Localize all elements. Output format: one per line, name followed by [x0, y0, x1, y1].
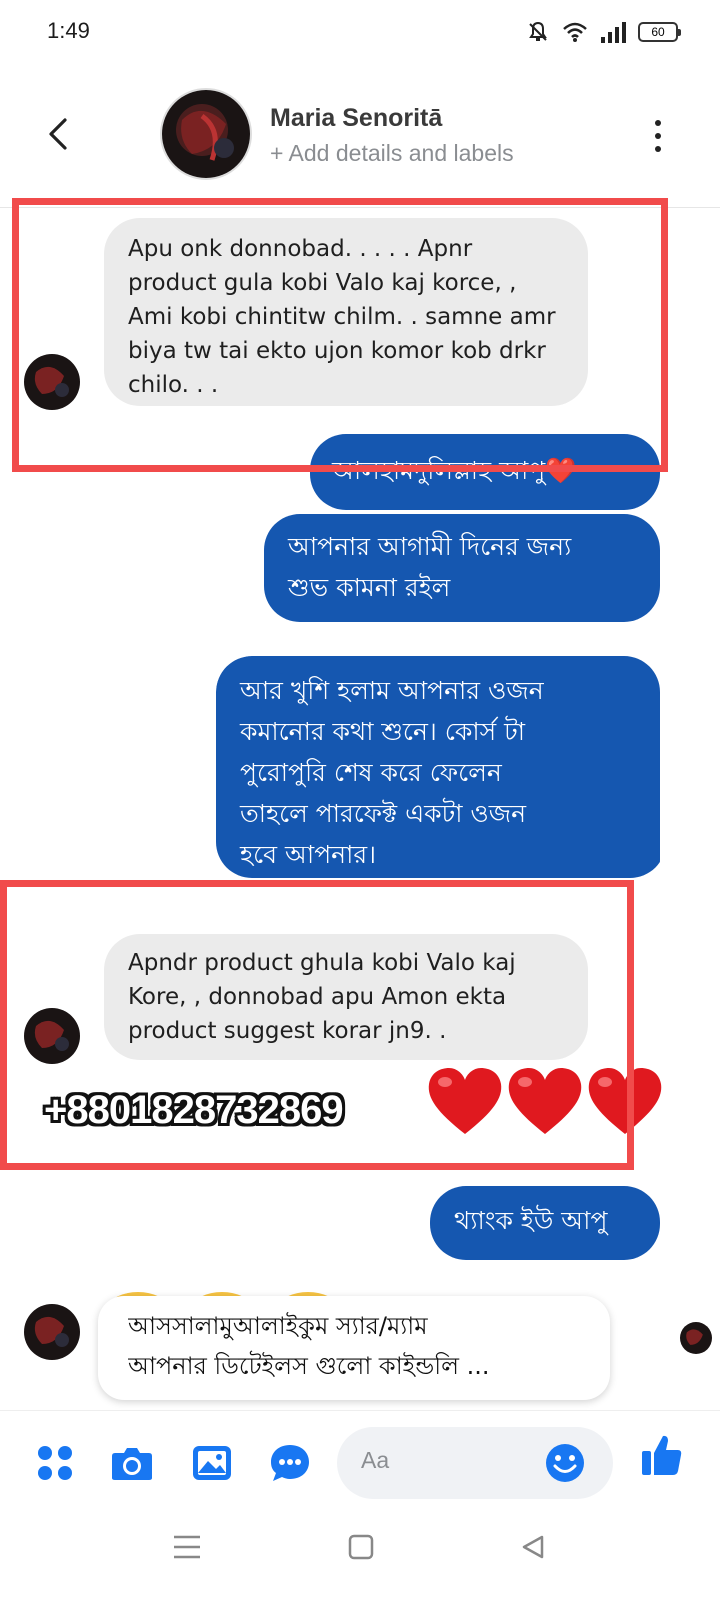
status-bar: 1:49 60: [0, 0, 720, 64]
gallery-button[interactable]: [190, 1441, 234, 1485]
sender-avatar[interactable]: [24, 1304, 80, 1360]
message-line: আর খুশি হলাম আপনার ওজন: [240, 676, 544, 705]
thumbs-up-icon: [642, 1435, 682, 1475]
message-line: শুভ কামনা রইল: [288, 573, 451, 602]
apps-grid-icon: [38, 1446, 72, 1480]
signal-icon: [601, 22, 626, 43]
more-vertical-icon: [655, 120, 661, 126]
status-icons: 60: [526, 20, 681, 44]
message-line: পুরোপুরি শেষ করে ফেলেন: [240, 758, 502, 787]
home-nav-icon[interactable]: [348, 1534, 374, 1560]
more-options-button[interactable]: [648, 116, 668, 156]
emoji-icon: [546, 1444, 584, 1482]
back-nav-icon[interactable]: [520, 1534, 546, 1560]
emoji-button[interactable]: [543, 1441, 587, 1485]
menu-nav-icon[interactable]: [172, 1534, 202, 1560]
mute-icon: [529, 21, 547, 41]
message-line: হবে আপনার।: [240, 840, 377, 869]
outgoing-message[interactable]: থ্যাংক ইউ আপু: [430, 1186, 660, 1260]
suggested-reply-line: আসসালামুআলাইকুম স্যার/ম্যাম: [128, 1312, 428, 1340]
highlight-box: [0, 880, 634, 1170]
message-line: তাহলে পারফেক্ট একটা ওজন: [240, 799, 527, 828]
camera-button[interactable]: [110, 1441, 154, 1485]
back-button[interactable]: [40, 114, 76, 154]
battery-icon: 60: [638, 22, 681, 42]
wifi-icon: [563, 22, 587, 42]
chat-bubble-icon: [271, 1445, 309, 1481]
message-line: থ্যাংক ইউ আপু: [454, 1206, 608, 1235]
message-input[interactable]: Aa: [337, 1427, 613, 1499]
seen-avatar: [680, 1322, 712, 1354]
message-input-placeholder: Aa: [361, 1447, 390, 1473]
gallery-icon: [193, 1446, 231, 1480]
composer-bar: Aa: [0, 1410, 720, 1510]
apps-button[interactable]: [33, 1441, 77, 1485]
highlight-box: [12, 198, 668, 472]
message-line: কমানোর কথা শুনে। কোর্স টা: [240, 717, 526, 746]
message-line: আপনার আগামী দিনের জন্য: [288, 532, 572, 561]
outgoing-message[interactable]: আর খুশি হলাম আপনার ওজন কমানোর কথা শুনে। …: [216, 656, 660, 878]
contact-avatar[interactable]: [160, 88, 252, 180]
system-nav-bar: [0, 1510, 720, 1600]
suggested-reply[interactable]: আসসালামুআলাইকুম স্যার/ম্যাম আপনার ডিটেইল…: [98, 1296, 610, 1400]
back-arrow-icon: [49, 118, 67, 150]
add-details-link[interactable]: + Add details and labels: [270, 140, 514, 167]
outgoing-message-clip: আর খুশি হলাম আপনার ওজন কমানোর কথা শুনে। …: [216, 656, 666, 878]
suggested-reply-line: আপনার ডিটেইলস গুলো কাইন্ডলি ...: [128, 1352, 490, 1380]
contact-name[interactable]: Maria Senoritā: [270, 104, 442, 133]
chat-header: Maria Senoritā + Add details and labels: [0, 64, 720, 208]
camera-icon: [112, 1448, 152, 1480]
chat-button[interactable]: [268, 1441, 312, 1485]
outgoing-message[interactable]: আপনার আগামী দিনের জন্য শুভ কামনা রইল: [264, 514, 660, 622]
status-time: 1:49: [47, 18, 90, 43]
like-button[interactable]: [640, 1433, 684, 1477]
